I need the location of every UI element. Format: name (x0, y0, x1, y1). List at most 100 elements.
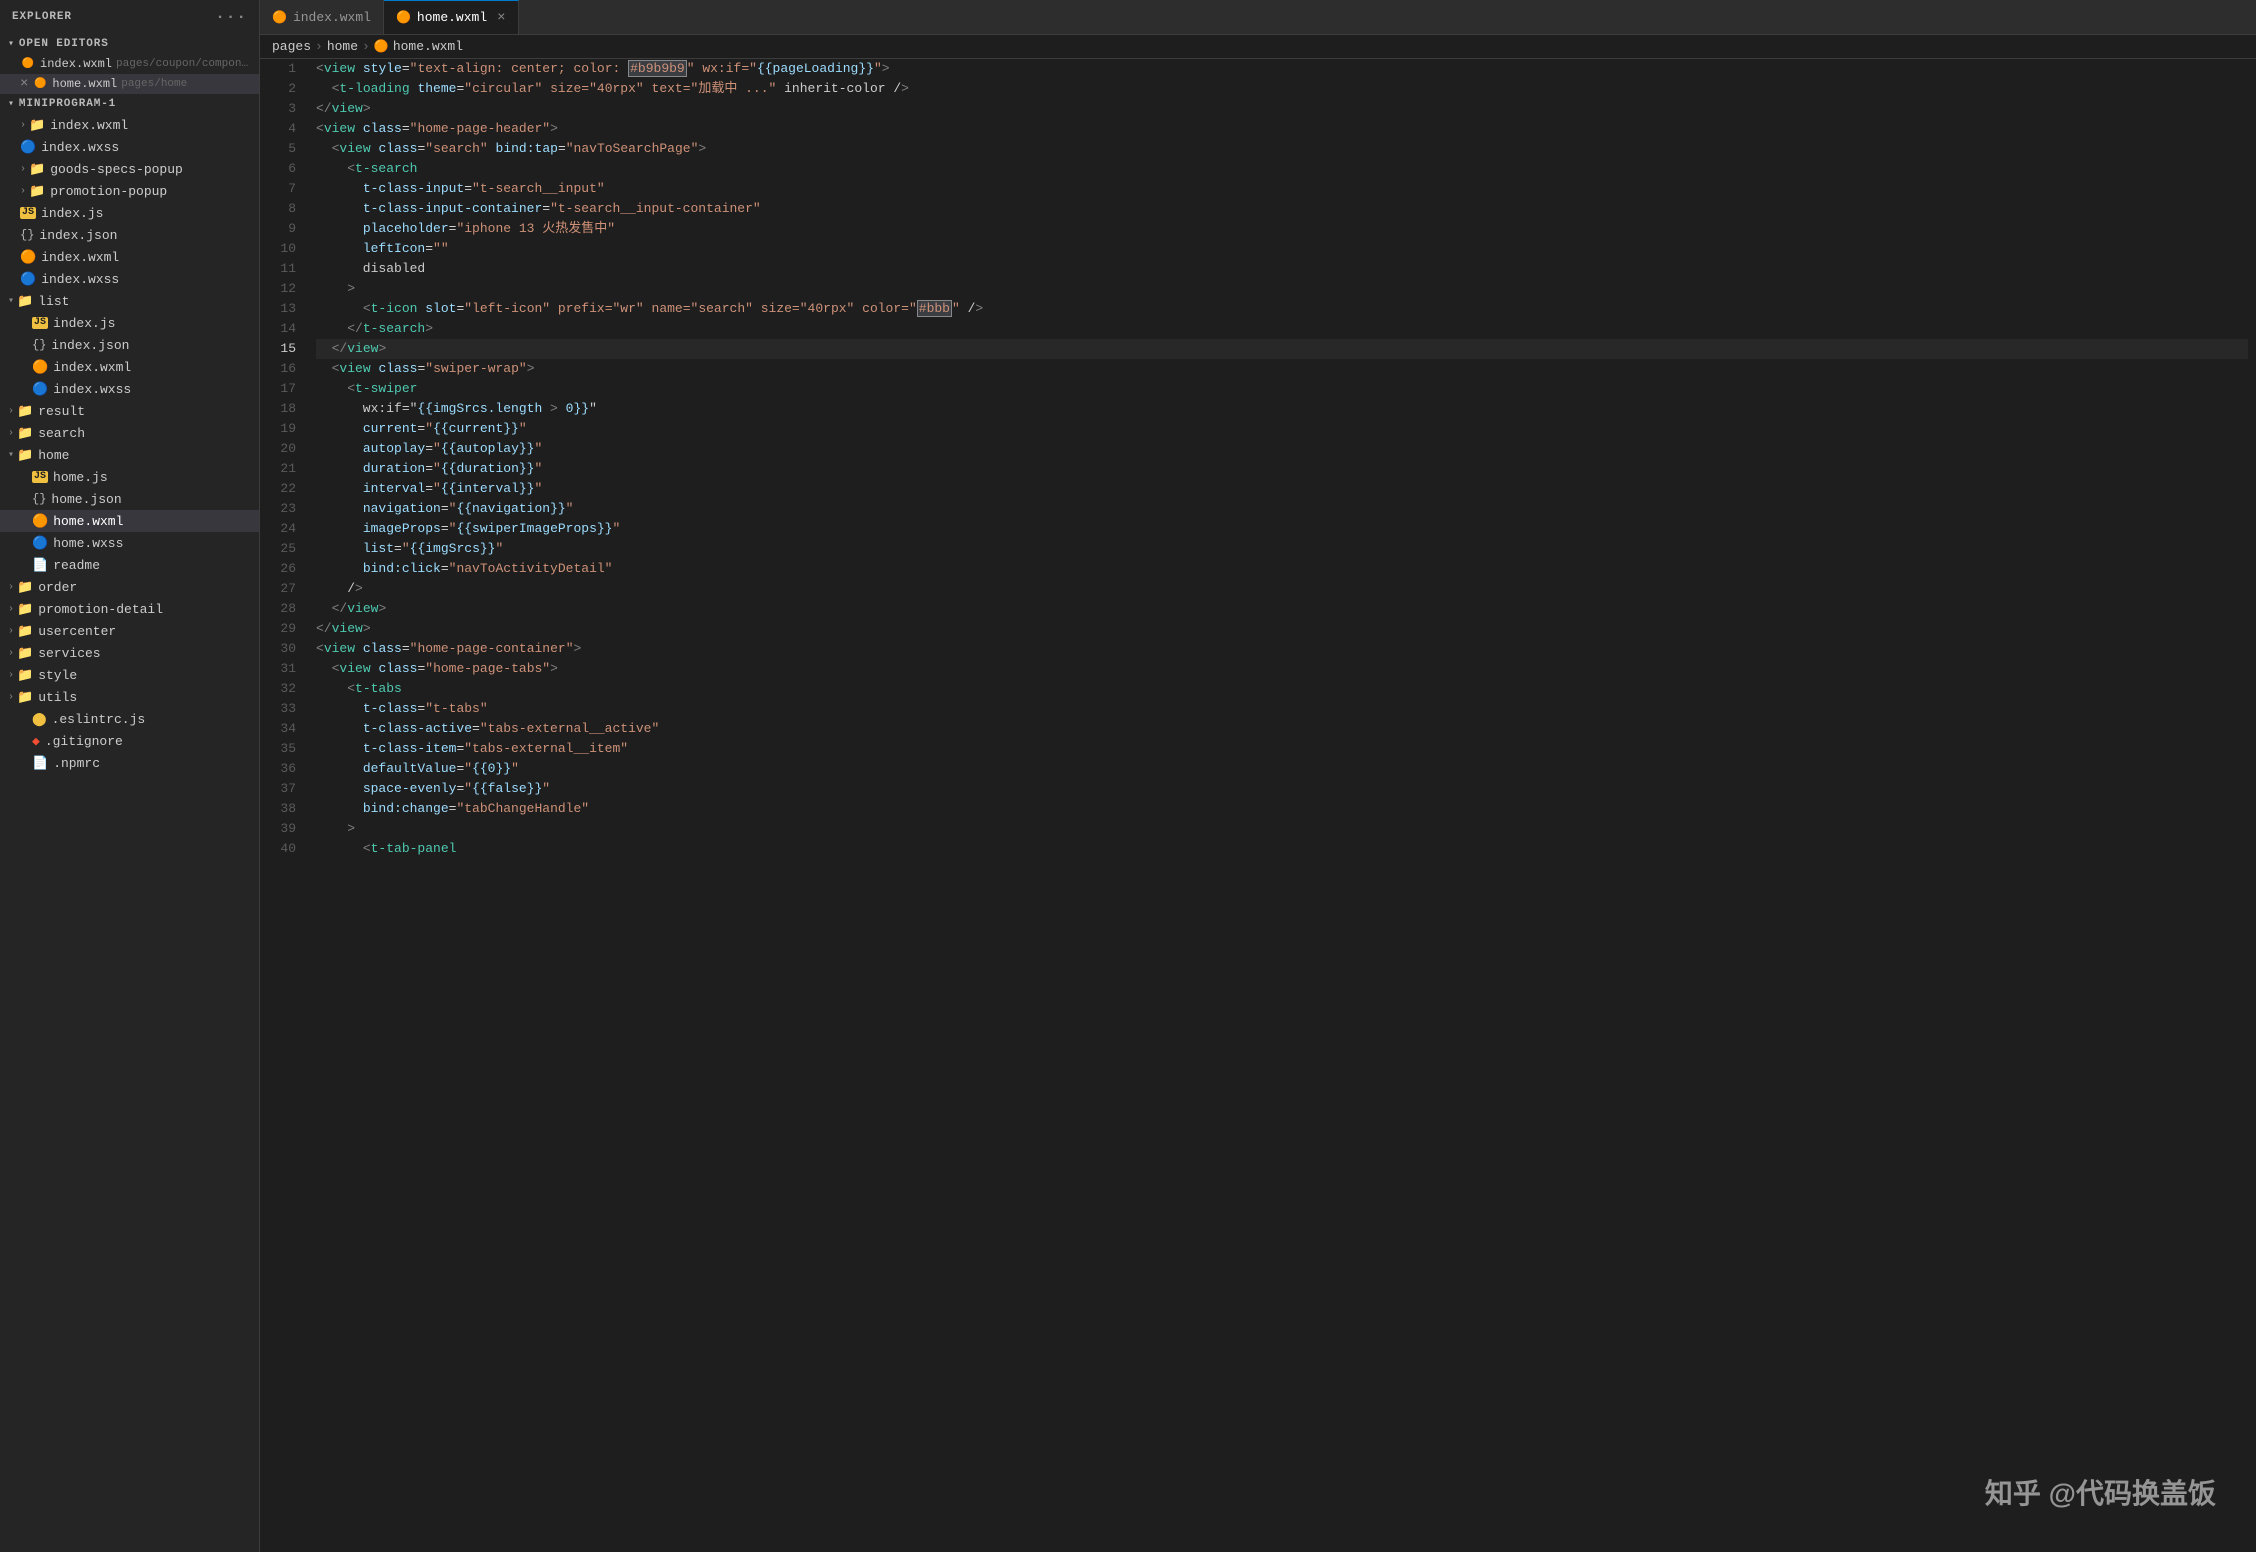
tree-item-label: index.json (51, 338, 129, 353)
tree-item-readme[interactable]: 📄readme (0, 554, 259, 576)
line-number: 29 (268, 619, 296, 639)
open-editor-home-wxml[interactable]: × 🟠 home.wxml pages/home (0, 74, 259, 94)
tab-index-wxml[interactable]: 🟠 index.wxml (260, 0, 384, 34)
tree-item-services[interactable]: ›📁services (0, 642, 259, 664)
line-number: 9 (268, 219, 296, 239)
tree-item-label: index.js (53, 316, 115, 331)
json-icon: {} (32, 492, 46, 506)
code-editor[interactable]: 1234567891011121314151617181920212223242… (260, 59, 2256, 1552)
tree-item-index-wxml[interactable]: 🟠index.wxml (0, 246, 259, 268)
tree-item--npmrc[interactable]: 📄.npmrc (0, 752, 259, 774)
tree-item-label: index.json (39, 228, 117, 243)
tab-wxml-icon: 🟠 (272, 10, 287, 25)
tree-item-list[interactable]: ▾📁list (0, 290, 259, 312)
tree-item-index-json[interactable]: {} index.json (0, 224, 259, 246)
tree-item-home-json[interactable]: {}home.json (0, 488, 259, 510)
code-line: <view class="search" bind:tap="navToSear… (316, 139, 2248, 159)
folder-icon: 📁 (17, 448, 33, 463)
code-line: autoplay="{{autoplay}}" (316, 439, 2248, 459)
line-number: 11 (268, 259, 296, 279)
tree-item-home-wxml[interactable]: 🟠home.wxml (0, 510, 259, 532)
line-number: 22 (268, 479, 296, 499)
tree-item-index-js[interactable]: JSindex.js (0, 312, 259, 334)
tree-item-goods-specs-popup[interactable]: ›📁goods-specs-popup (0, 158, 259, 180)
line-number: 23 (268, 499, 296, 519)
code-line: t-class-input="t-search__input" (316, 179, 2248, 199)
code-content[interactable]: <view style="text-align: center; color: … (308, 59, 2256, 1552)
tree-item-label: home (38, 448, 69, 463)
open-editors-section[interactable]: ▾ OPEN EDITORS (0, 34, 259, 54)
tree-item--gitignore[interactable]: ◆.gitignore (0, 730, 259, 752)
tree-item-index-js[interactable]: JSindex.js (0, 202, 259, 224)
line-number: 37 (268, 779, 296, 799)
open-editor-index-wxml[interactable]: 🟠 index.wxml pages/coupon/components/flo… (0, 54, 259, 74)
code-line: t-class-active="tabs-external__active" (316, 719, 2248, 739)
json-icon: {} (20, 228, 34, 242)
file-icon: 🟠 (32, 514, 48, 529)
tree-item-home-wxss[interactable]: 🔵home.wxss (0, 532, 259, 554)
tree-item-home[interactable]: ▾📁home (0, 444, 259, 466)
tree-item-index-wxss[interactable]: 🔵index.wxss (0, 268, 259, 290)
tree-item-label: index.wxss (41, 140, 119, 155)
tree-item-style[interactable]: ›📁style (0, 664, 259, 686)
line-number: 24 (268, 519, 296, 539)
line-number: 5 (268, 139, 296, 159)
line-number: 33 (268, 699, 296, 719)
tree-item-usercenter[interactable]: ›📁usercenter (0, 620, 259, 642)
tree-item-index-wxss[interactable]: 🔵index.wxss (0, 378, 259, 400)
sidebar: EXPLORER ··· ▾ OPEN EDITORS 🟠 index.wxml… (0, 0, 260, 1552)
explorer-header: EXPLORER ··· (0, 0, 259, 34)
tree-item-label: index.wxml (53, 360, 131, 375)
wxml-icon: 🟠 (20, 56, 36, 72)
code-line: <t-icon slot="left-icon" prefix="wr" nam… (316, 299, 2248, 319)
explorer-menu-button[interactable]: ··· (215, 8, 247, 26)
tree-item-label: utils (38, 690, 77, 705)
code-line: bind:click="navToActivityDetail" (316, 559, 2248, 579)
code-line: wx:if="{{imgSrcs.length > 0}}" (316, 399, 2248, 419)
file-icon: 📄 (32, 558, 48, 573)
breadcrumb-home[interactable]: home (327, 39, 358, 54)
code-line: current="{{current}}" (316, 419, 2248, 439)
tab-home-wxml[interactable]: 🟠 home.wxml × (384, 0, 519, 34)
tree-item-search[interactable]: ›📁search (0, 422, 259, 444)
tab-close-button[interactable]: × (497, 10, 505, 26)
breadcrumb-pages[interactable]: pages (272, 39, 311, 54)
project-section[interactable]: ▾ MINIPROGRAM-1 (0, 94, 259, 114)
tree-item-order[interactable]: ›📁order (0, 576, 259, 598)
tree-item-index-json[interactable]: {}index.json (0, 334, 259, 356)
tree-item-promotion-popup[interactable]: ›📁promotion-popup (0, 180, 259, 202)
tree-item-label: index.wxml (41, 250, 119, 265)
tree-item-index-wxml[interactable]: ›📁index.wxml (0, 114, 259, 136)
code-line: <t-loading theme="circular" size="40rpx"… (316, 79, 2248, 99)
tree-item-home-js[interactable]: JShome.js (0, 466, 259, 488)
code-line: leftIcon="" (316, 239, 2248, 259)
code-line: </view> (316, 599, 2248, 619)
line-number: 32 (268, 679, 296, 699)
code-line: <view class="home-page-container"> (316, 639, 2248, 659)
editor-area: 🟠 index.wxml 🟠 home.wxml × pages › home … (260, 0, 2256, 1552)
tree-item-utils[interactable]: ›📁utils (0, 686, 259, 708)
code-line: <t-tabs (316, 679, 2248, 699)
tree-item-promotion-detail[interactable]: ›📁promotion-detail (0, 598, 259, 620)
code-line: <view class="home-page-tabs"> (316, 659, 2248, 679)
line-number: 3 (268, 99, 296, 119)
close-editor-button[interactable]: × (20, 77, 28, 91)
tree-item-index-wxss[interactable]: 🔵index.wxss (0, 136, 259, 158)
line-number: 15 (268, 339, 296, 359)
tree-item-result[interactable]: ›📁result (0, 400, 259, 422)
folder-chevron: › (20, 186, 26, 197)
open-editor-filename: index.wxml (40, 57, 112, 71)
code-line: </view> (316, 339, 2248, 359)
git-icon: ◆ (32, 734, 40, 749)
breadcrumb-file[interactable]: home.wxml (393, 39, 463, 54)
tree-item-label: index.wxml (50, 118, 128, 133)
open-editor-filename: home.wxml (52, 77, 117, 91)
folder-chevron: › (8, 428, 14, 439)
line-number: 36 (268, 759, 296, 779)
line-number: 19 (268, 419, 296, 439)
file-icon: 🟠 (32, 360, 48, 375)
tree-item--eslintrc-js[interactable]: ⬤.eslintrc.js (0, 708, 259, 730)
code-line: placeholder="iphone 13 火热发售中" (316, 219, 2248, 239)
tree-item-index-wxml[interactable]: 🟠 index.wxml (0, 356, 259, 378)
code-line: > (316, 819, 2248, 839)
